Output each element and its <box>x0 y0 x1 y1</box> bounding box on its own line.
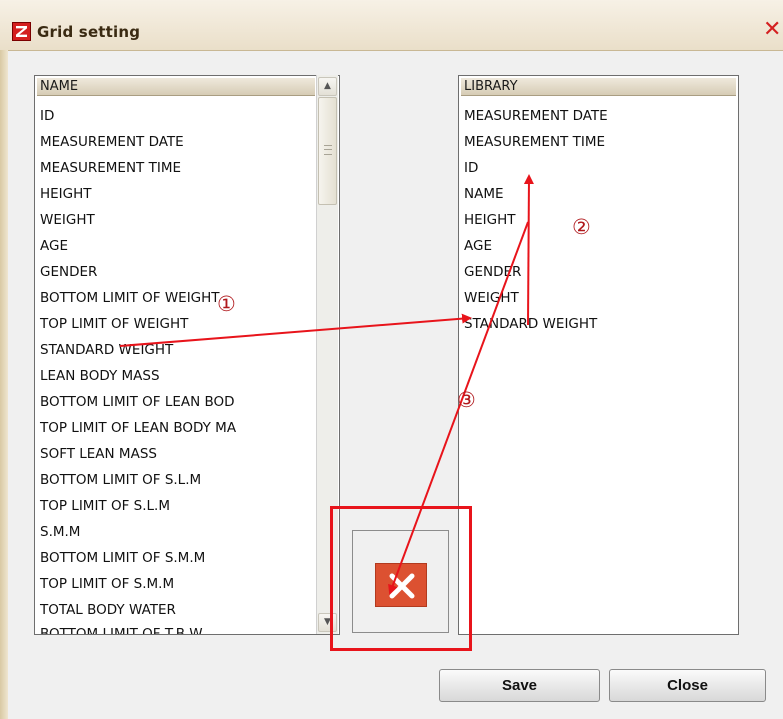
list-item[interactable]: ID <box>464 159 478 177</box>
name-listbox[interactable]: NAME ID MEASUREMENT DATE MEASUREMENT TIM… <box>34 75 340 635</box>
list-item[interactable]: HEIGHT <box>464 211 516 229</box>
list-item[interactable]: TOP LIMIT OF S.M.M <box>40 575 174 593</box>
list-item[interactable]: AGE <box>464 237 492 255</box>
list-item[interactable]: LEAN BODY MASS <box>40 367 160 385</box>
list-item[interactable]: AGE <box>40 237 68 255</box>
list-item[interactable]: BOTTOM LIMIT OF T.B.W <box>40 625 203 634</box>
list-item[interactable]: MEASUREMENT TIME <box>40 159 181 177</box>
library-listbox[interactable]: LIBRARY MEASUREMENT DATE MEASUREMENT TIM… <box>458 75 739 635</box>
list-item[interactable]: GENDER <box>464 263 521 281</box>
window-title: Grid setting <box>37 23 141 41</box>
annotation-highlight-box <box>330 506 472 651</box>
list-item[interactable]: BOTTOM LIMIT OF S.M.M <box>40 549 205 567</box>
list-item[interactable]: STANDARD WEIGHT <box>40 341 173 359</box>
list-item[interactable]: HEIGHT <box>40 185 92 203</box>
annotation-step1-label: ① <box>217 292 236 316</box>
scroll-up-arrow-icon[interactable]: ▲ <box>318 77 337 96</box>
list-item[interactable]: MEASUREMENT DATE <box>40 133 184 151</box>
list-item[interactable]: TOP LIMIT OF S.L.M <box>40 497 170 515</box>
name-list-header: NAME <box>37 78 315 96</box>
list-item[interactable]: TOP LIMIT OF WEIGHT <box>40 315 188 333</box>
close-window-button[interactable]: ✕ <box>763 18 781 42</box>
list-item[interactable]: MEASUREMENT DATE <box>464 107 608 125</box>
list-item[interactable]: NAME <box>464 185 504 203</box>
list-item[interactable]: TOP LIMIT OF LEAN BODY MA <box>40 419 236 437</box>
grip-icon <box>324 145 332 155</box>
scroll-thumb[interactable] <box>318 97 337 205</box>
list-item[interactable]: ID <box>40 107 54 125</box>
list-item[interactable]: BOTTOM LIMIT OF WEIGHT <box>40 289 220 307</box>
list-item[interactable]: MEASUREMENT TIME <box>464 133 605 151</box>
list-item[interactable]: BOTTOM LIMIT OF S.L.M <box>40 471 201 489</box>
annotation-step3-label: ③ <box>457 388 476 412</box>
list-item[interactable]: STANDARD WEIGHT <box>464 315 597 333</box>
save-button[interactable]: Save <box>439 669 600 702</box>
list-item[interactable]: GENDER <box>40 263 97 281</box>
title-bar: Grid setting ✕ <box>0 0 783 51</box>
annotation-step2-label: ② <box>572 215 591 239</box>
library-list-header: LIBRARY <box>461 78 736 96</box>
list-item[interactable]: WEIGHT <box>464 289 519 307</box>
list-item[interactable]: TOTAL BODY WATER <box>40 601 176 619</box>
list-item[interactable]: SOFT LEAN MASS <box>40 445 157 463</box>
list-item[interactable]: WEIGHT <box>40 211 95 229</box>
list-item[interactable]: BOTTOM LIMIT OF LEAN BOD <box>40 393 235 411</box>
close-button[interactable]: Close <box>609 669 766 702</box>
app-logo-icon <box>12 22 31 41</box>
window-frame-edge <box>0 50 8 719</box>
list-item[interactable]: S.M.M <box>40 523 80 541</box>
